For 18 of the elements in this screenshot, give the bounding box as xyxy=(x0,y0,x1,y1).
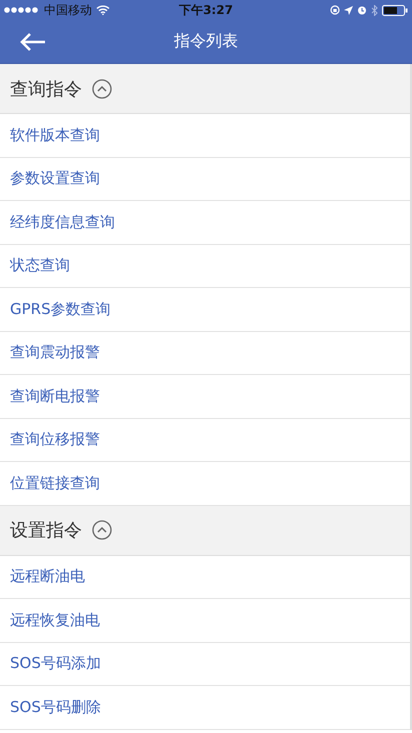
page-title: 指令列表 xyxy=(174,31,238,52)
section-header[interactable]: 设置指令 xyxy=(0,506,410,556)
bluetooth-icon xyxy=(371,4,378,16)
command-item[interactable]: 远程断油电 xyxy=(0,556,410,599)
battery-icon xyxy=(382,4,408,16)
command-item[interactable]: 参数设置查询 xyxy=(0,158,410,201)
command-item[interactable]: 查询位移报警 xyxy=(0,418,410,462)
wifi-icon xyxy=(96,5,110,15)
collapse-icon xyxy=(92,520,112,540)
carrier-name: 中国移动 xyxy=(44,2,92,18)
command-item[interactable]: 状态查询 xyxy=(0,244,410,288)
location-icon xyxy=(344,6,353,14)
signal-icon xyxy=(4,7,40,13)
status-time: 下午3:27 xyxy=(179,2,233,18)
command-item[interactable]: SOS号码添加 xyxy=(0,642,410,686)
command-item[interactable]: 查询震动报警 xyxy=(0,332,410,375)
collapse-icon xyxy=(92,78,112,98)
section-header[interactable]: 查询指令 xyxy=(0,64,410,114)
